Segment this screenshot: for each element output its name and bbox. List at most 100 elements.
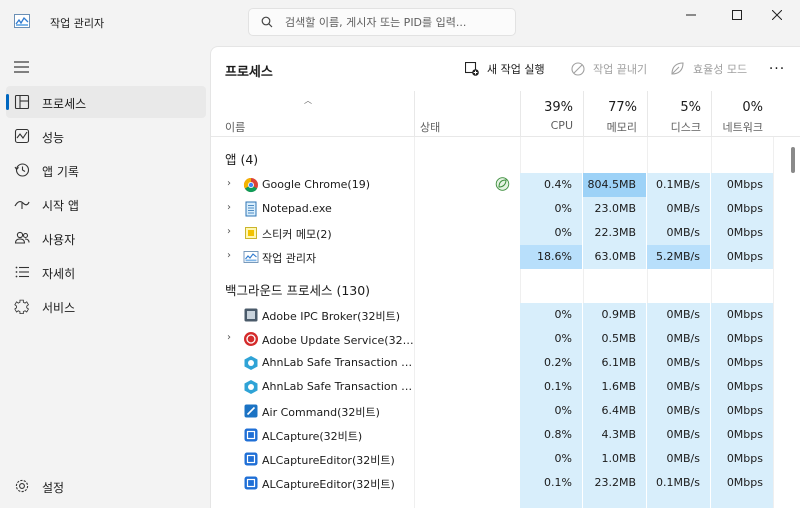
column-status-area: 상태 — [414, 91, 520, 137]
block-icon — [571, 62, 585, 76]
table-row[interactable]: › 스티커 메모(2) 0% 22.3MB 0MB/s 0Mbps — [211, 221, 789, 245]
sidebar-item-label: 시작 앱 — [42, 199, 79, 213]
alcapture-icon — [244, 476, 258, 490]
process-name: AhnLab Safe Transaction Application — [262, 380, 414, 393]
users-icon — [14, 231, 30, 244]
settings-label: 설정 — [42, 481, 65, 495]
main-panel: 프로세스 새 작업 실행 작업 끝내기 효율성 모드 ··· ︿ 이름 상태 3… — [210, 46, 800, 508]
table-row[interactable]: Air Command(32비트) 0% 6.4MB 0MB/s 0Mbps — [211, 399, 789, 423]
process-name: ALCaptureEditor(32비트) — [262, 478, 395, 491]
search-input[interactable] — [285, 14, 509, 30]
column-status[interactable]: 상태 — [420, 119, 440, 135]
end-task-button[interactable]: 작업 끝내기 — [571, 59, 647, 79]
sidebar-item-label: 성능 — [42, 131, 65, 145]
group-header-background: 백그라운드 프로세스 (130) — [225, 283, 371, 298]
task-manager-icon — [243, 251, 259, 263]
details-icon — [15, 266, 29, 278]
column-cpu[interactable]: 39% CPU — [520, 91, 583, 137]
sidebar-item-performance[interactable]: 성능 — [6, 120, 206, 152]
leaf-icon — [671, 62, 684, 75]
sidebar-item-label: 앱 기록 — [42, 165, 79, 179]
sidebar-item-label: 서비스 — [42, 301, 76, 315]
task-manager-app-icon — [14, 14, 30, 28]
sidebar-item-settings[interactable]: 설정 — [6, 470, 206, 502]
process-name: ALCapture(32비트) — [262, 430, 363, 443]
process-name: ALCaptureEditor(32비트) — [262, 454, 395, 467]
close-icon — [772, 10, 782, 20]
process-name: Air Command(32비트) — [262, 406, 380, 419]
new-task-button[interactable]: 새 작업 실행 — [465, 59, 545, 79]
chevron-right-icon[interactable]: › — [227, 250, 231, 261]
more-icon: ··· — [768, 61, 786, 77]
gear-icon — [15, 479, 29, 493]
maximize-icon — [732, 10, 742, 20]
process-name: Notepad.exe — [262, 202, 332, 215]
sidebar-item-processes[interactable]: 프로세스 — [6, 86, 206, 118]
group-header-apps: 앱 (4) — [225, 152, 259, 167]
hamburger-menu-icon[interactable] — [14, 60, 30, 74]
table-row[interactable]: › Google Chrome(19) 0.4% 804.5MB 0.1MB/s… — [211, 173, 789, 197]
ahnlab-icon — [244, 380, 258, 394]
column-name[interactable]: 이름 — [225, 119, 245, 135]
adobe-update-icon — [244, 332, 258, 346]
air-command-icon — [244, 404, 258, 418]
sidebar-item-label: 자세히 — [42, 267, 76, 281]
sidebar-item-users[interactable]: 사용자 — [6, 222, 206, 254]
table-row[interactable]: › 작업 관리자 18.6% 63.0MB 5.2MB/s 0Mbps — [211, 245, 789, 269]
sidebar-item-label: 프로세스 — [42, 97, 87, 111]
chevron-right-icon[interactable]: › — [227, 178, 231, 189]
table-row[interactable]: › Notepad.exe 0% 23.0MB 0MB/s 0Mbps — [211, 197, 789, 221]
process-name: Google Chrome(19) — [262, 178, 371, 191]
table-row[interactable]: AhnLab Safe Transaction Application 0.2%… — [211, 351, 789, 375]
chrome-icon — [243, 177, 258, 193]
vertical-scrollbar[interactable] — [791, 147, 795, 173]
table-row[interactable]: ALCapture(32비트) 0.8% 4.3MB 0MB/s 0Mbps — [211, 423, 789, 447]
minimize-icon — [686, 14, 696, 16]
alcapture-icon — [244, 428, 258, 442]
window-title: 작업 관리자 — [50, 17, 105, 30]
startup-icon — [14, 200, 30, 209]
notepad-icon — [245, 201, 257, 217]
sidebar-item-label: 사용자 — [42, 233, 76, 247]
process-name: AhnLab Safe Transaction Application — [262, 356, 414, 369]
efficiency-leaf-icon — [495, 177, 510, 191]
sidebar-item-startup-apps[interactable]: 시작 앱 — [6, 188, 206, 220]
sidebar-item-services[interactable]: 서비스 — [6, 290, 206, 322]
table-row[interactable]: Adobe IPC Broker(32비트) 0% 0.9MB 0MB/s 0M… — [211, 303, 789, 327]
search-icon — [261, 16, 273, 28]
adobe-ipc-icon — [244, 308, 258, 322]
sidebar: 프로세스 성능 앱 기록 시작 앱 사용자 자세히 서비스 설정 — [0, 46, 210, 508]
chevron-right-icon[interactable]: › — [227, 202, 231, 213]
ahnlab-icon — [244, 356, 258, 370]
processes-icon — [14, 94, 30, 110]
more-options-button[interactable]: ··· — [767, 59, 787, 79]
efficiency-mode-button[interactable]: 효율성 모드 — [670, 59, 747, 79]
column-header: ︿ 이름 상태 39% CPU 77% 메모리 5% 디스크 0% 네트워크 — [211, 91, 800, 137]
chevron-right-icon[interactable]: › — [227, 332, 231, 343]
search-box[interactable] — [248, 8, 516, 36]
alcapture-icon — [244, 452, 258, 466]
history-icon — [14, 163, 30, 177]
chevron-right-icon[interactable]: › — [227, 226, 231, 237]
process-name: Adobe IPC Broker(32비트) — [262, 310, 400, 323]
sidebar-item-app-history[interactable]: 앱 기록 — [6, 154, 206, 186]
sort-up-icon[interactable]: ︿ — [304, 95, 312, 106]
minimize-button[interactable] — [668, 0, 714, 30]
process-list: 앱 (4) › Google Chrome(19) 0.4% 804.5MB 0… — [211, 137, 789, 508]
column-network[interactable]: 0% 네트워크 — [711, 91, 773, 137]
process-name: Adobe Update Service(32비트) — [262, 334, 414, 347]
sticky-notes-icon — [245, 227, 257, 239]
table-row[interactable]: ALCaptureEditor(32비트) 0.1% 23.2MB 0.1MB/… — [211, 471, 789, 495]
table-row[interactable]: ALCaptureEditor(32비트) 0% 1.0MB 0MB/s 0Mb… — [211, 447, 789, 471]
table-row[interactable]: › Adobe Update Service(32비트) 0% 0.5MB 0M… — [211, 327, 789, 351]
page-title: 프로세스 — [225, 65, 273, 80]
table-row[interactable]: AhnLab Safe Transaction Application 0.1%… — [211, 375, 789, 399]
process-name: 스티커 메모(2) — [262, 228, 332, 241]
close-button[interactable] — [754, 0, 800, 30]
sidebar-item-details[interactable]: 자세히 — [6, 256, 206, 288]
column-disk[interactable]: 5% 디스크 — [647, 91, 711, 137]
process-name: 작업 관리자 — [262, 252, 317, 265]
column-memory[interactable]: 77% 메모리 — [583, 91, 647, 137]
performance-icon — [14, 128, 30, 144]
services-icon — [14, 299, 30, 314]
